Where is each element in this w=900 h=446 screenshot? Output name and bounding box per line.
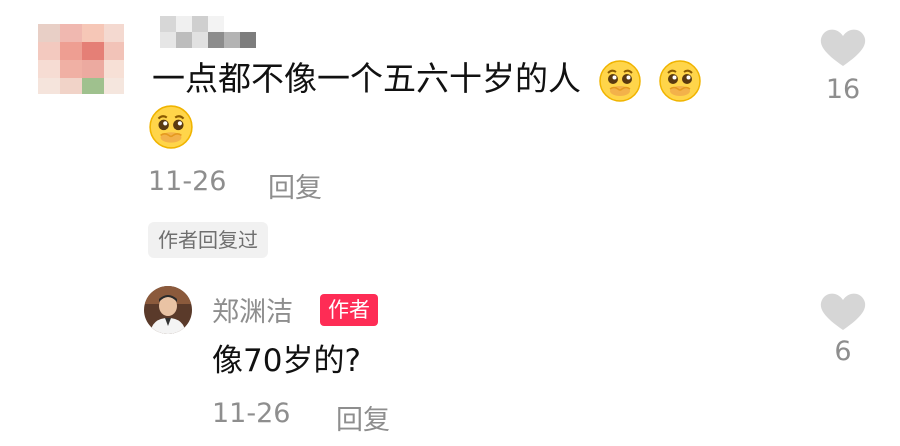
comment-date: 11-26: [148, 166, 227, 197]
reply-username[interactable]: 郑渊洁: [212, 290, 293, 329]
username-blurred[interactable]: [160, 12, 260, 48]
author-replied-badge[interactable]: 作者回复过: [148, 222, 268, 258]
comment-text: 一点都不像一个五六十岁的人: [152, 56, 702, 103]
pleading-face-emoji-icon: [149, 105, 193, 149]
reply-button[interactable]: 回复: [336, 398, 390, 437]
pleading-face-emoji-icon: [659, 59, 701, 102]
heart-icon[interactable]: [818, 26, 868, 68]
reply-date: 11-26: [212, 398, 291, 429]
comment-body: 一点都不像一个五六十岁的人: [152, 59, 581, 98]
pleading-face-emoji-icon: [598, 59, 641, 102]
author-badge: 作者: [320, 294, 378, 326]
reply-text: 像70岁的?: [212, 343, 361, 379]
reply-button[interactable]: 回复: [268, 166, 322, 205]
like-count: 16: [825, 74, 861, 105]
like-count: 6: [834, 336, 852, 367]
heart-icon[interactable]: [818, 290, 868, 332]
avatar[interactable]: [144, 286, 192, 334]
avatar-blurred[interactable]: [38, 24, 124, 94]
